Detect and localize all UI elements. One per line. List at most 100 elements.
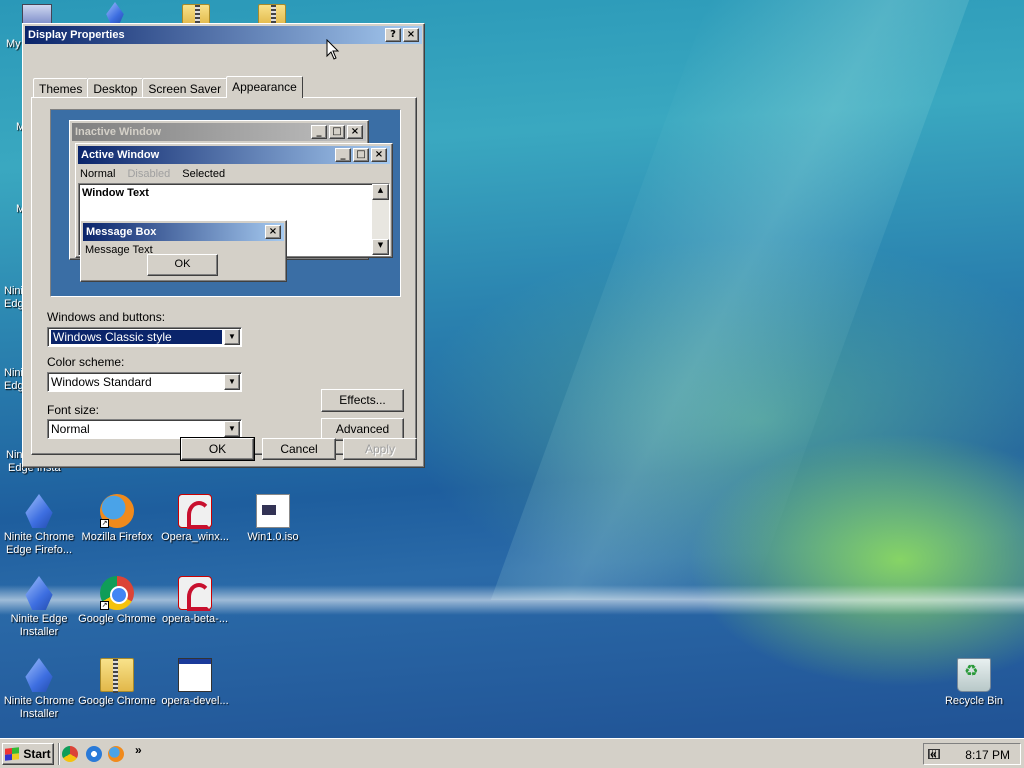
preview-scrollbar: ▲ ▼: [372, 184, 389, 255]
chevron-down-icon[interactable]: ▼: [224, 329, 240, 345]
ninite-icon: [25, 576, 53, 610]
tab-screen-saver[interactable]: Screen Saver: [142, 78, 228, 97]
appearance-preview: Inactive Window _ □ × Active Window _ □ …: [50, 109, 401, 297]
close-button[interactable]: ×: [403, 28, 419, 42]
ok-button[interactable]: OK: [180, 437, 255, 461]
color-scheme-label: Color scheme:: [47, 355, 125, 369]
appearance-panel: Inactive Window _ □ × Active Window _ □ …: [31, 97, 417, 455]
firefox-quicklaunch-icon[interactable]: [108, 746, 124, 762]
desktop-icon-label: Recycle Bin: [944, 695, 1004, 707]
minimize-icon: _: [311, 125, 327, 139]
desktop-partial-label: Edg: [4, 380, 24, 392]
desktop-icon-label: Mozilla Firefox: [81, 531, 153, 543]
desktop-icon-label: opera-beta-...: [161, 613, 229, 625]
chevron-down-icon[interactable]: ▼: [224, 421, 240, 437]
desktop-icon-top-crystal[interactable]: [106, 2, 124, 24]
desktop-icon-label: Ninite Edge Installer: [10, 613, 68, 638]
cancel-button[interactable]: Cancel: [262, 438, 336, 460]
desktop-icon-label: opera-devel...: [161, 695, 229, 707]
preview-message-box: Message Box × Message Text OK: [80, 220, 287, 282]
chrome-quicklaunch-icon[interactable]: [62, 746, 78, 762]
system-tray: « 8:17 PM: [923, 743, 1021, 765]
desktop-icon-label: Ninite Chrome Edge Firefo...: [3, 531, 75, 556]
desktop-icon-google-chrome-zip[interactable]: Google Chrome: [78, 658, 156, 708]
preview-active-title: Active Window: [81, 149, 160, 161]
preview-menu-selected: Selected: [182, 168, 226, 180]
desktop-icon-label: Google Chrome: [78, 695, 156, 707]
start-button[interactable]: Start: [2, 743, 54, 765]
desktop-icon-ninite-chrome-installer[interactable]: Ninite Chrome Installer: [0, 658, 78, 721]
preview-menu-disabled: Disabled: [127, 168, 171, 180]
tab-desktop[interactable]: Desktop: [87, 78, 144, 97]
close-icon: ×: [347, 125, 363, 139]
taskbar: Start » « 8:17 PM: [0, 738, 1024, 768]
opera-installer-icon: [178, 576, 212, 611]
preview-menu-bar: Normal Disabled Selected: [76, 166, 392, 182]
preview-msgbox-titlebar: Message Box ×: [83, 223, 284, 241]
close-icon: ×: [371, 148, 387, 162]
font-size-label: Font size:: [47, 403, 100, 417]
desktop-icon-win1-iso[interactable]: Win1.0.iso: [234, 494, 312, 544]
color-scheme-select[interactable]: Windows Standard ▼: [47, 372, 242, 392]
firefox-icon: ↗: [100, 494, 134, 528]
mouse-cursor-icon: [326, 39, 340, 60]
preview-inactive-titlebar: Inactive Window _ □ ×: [72, 123, 366, 141]
clock[interactable]: 8:17 PM: [965, 748, 1010, 762]
internet-explorer-quicklaunch-icon[interactable]: [86, 746, 102, 762]
windows-buttons-value: Windows Classic style: [51, 330, 222, 344]
desktop-icon-opera-beta[interactable]: opera-beta-...: [156, 576, 234, 626]
font-size-select[interactable]: Normal ▼: [47, 419, 242, 439]
windows-buttons-label: Windows and buttons:: [47, 310, 166, 324]
desktop-icon-ninite-chrome-edge-firefox[interactable]: Ninite Chrome Edge Firefo...: [0, 494, 78, 557]
shortcut-arrow-icon: ↗: [100, 601, 109, 610]
quicklaunch-chevron[interactable]: »: [135, 743, 142, 757]
desktop-icon-recycle-bin[interactable]: Recycle Bin: [935, 658, 1013, 708]
preview-msgbox-ok: OK: [147, 254, 218, 276]
close-icon: ×: [265, 225, 281, 239]
preview-active-titlebar: Active Window _ □ ×: [78, 146, 390, 164]
ninite-icon: [25, 494, 53, 528]
recycle-bin-icon: [957, 658, 991, 692]
desktop-icon-label: Ninite Chrome Installer: [3, 695, 75, 720]
windows-logo-icon: [5, 747, 20, 761]
desktop-icon-label: Google Chrome: [78, 613, 156, 625]
desktop-icon-ninite-edge-installer[interactable]: Ninite Edge Installer: [0, 576, 78, 639]
desktop-partial-label: Nini: [4, 285, 23, 297]
dialog-titlebar[interactable]: Display Properties ? ×: [25, 26, 422, 44]
desktop-icon-label: Opera_winx...: [161, 531, 229, 543]
quicklaunch-separator: [58, 743, 60, 765]
maximize-icon: □: [353, 148, 369, 162]
effects-button[interactable]: Effects...: [321, 389, 404, 412]
desktop-icon-opera-winx[interactable]: Opera_winx...: [156, 494, 234, 544]
desktop-icon-google-chrome[interactable]: ↗ Google Chrome: [78, 576, 156, 626]
tab-themes[interactable]: Themes: [33, 78, 89, 97]
opera-installer-icon: [178, 494, 212, 529]
start-label: Start: [23, 747, 51, 761]
scroll-down-icon: ▼: [372, 239, 389, 255]
color-scheme-value: Windows Standard: [51, 375, 152, 389]
preview-inactive-title: Inactive Window: [75, 126, 162, 138]
application-window-icon: [178, 658, 212, 692]
iso-file-icon: [256, 494, 290, 528]
chevron-down-icon[interactable]: ▼: [224, 374, 240, 390]
desktop-partial-label: Edg: [4, 298, 24, 310]
tab-strip: Themes Desktop Screen Saver Appearance: [33, 76, 303, 98]
shortcut-arrow-icon: ↗: [100, 519, 109, 528]
apply-button[interactable]: Apply: [343, 438, 417, 460]
preview-msgbox-title: Message Box: [86, 226, 157, 238]
windows-buttons-select[interactable]: Windows Classic style ▼: [47, 327, 242, 347]
desktop-icon-opera-devel[interactable]: opera-devel...: [156, 658, 234, 708]
help-button[interactable]: ?: [385, 28, 401, 42]
maximize-icon: □: [329, 125, 345, 139]
preview-menu-normal: Normal: [80, 168, 116, 180]
display-properties-dialog: Display Properties ? × Themes Desktop Sc…: [22, 23, 425, 468]
tray-expand-chevron[interactable]: «: [930, 747, 937, 761]
preview-window-text: Window Text: [82, 187, 149, 199]
desktop-partial-label: Nini: [4, 367, 23, 379]
font-size-value: Normal: [51, 422, 90, 436]
tab-appearance[interactable]: Appearance: [226, 76, 303, 98]
ninite-icon: [25, 658, 53, 692]
zip-folder-icon: [100, 658, 134, 693]
scroll-up-icon: ▲: [372, 184, 389, 200]
desktop-icon-mozilla-firefox[interactable]: ↗ Mozilla Firefox: [78, 494, 156, 544]
